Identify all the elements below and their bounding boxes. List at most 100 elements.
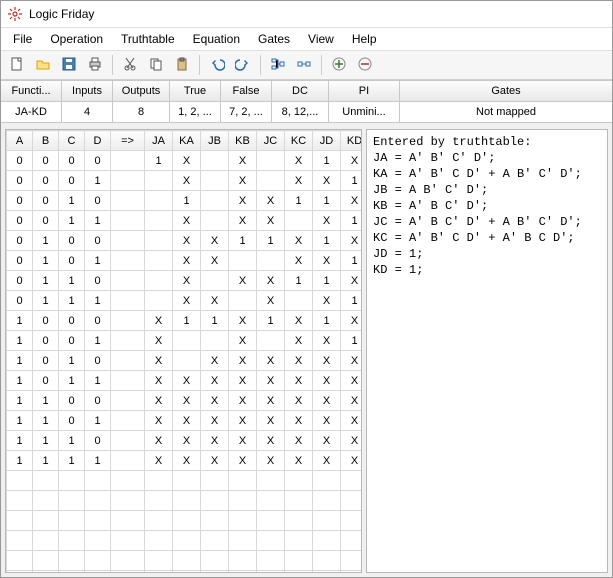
input-cell[interactable]: 0 bbox=[59, 311, 85, 331]
output-cell[interactable]: X bbox=[341, 311, 362, 331]
col-header-output[interactable]: JD bbox=[313, 131, 341, 151]
output-cell[interactable] bbox=[201, 271, 229, 291]
copy-button[interactable] bbox=[144, 53, 168, 77]
output-cell[interactable] bbox=[145, 271, 173, 291]
output-cell[interactable]: X bbox=[201, 251, 229, 271]
output-cell[interactable]: X bbox=[341, 431, 362, 451]
output-cell[interactable]: X bbox=[173, 211, 201, 231]
output-cell[interactable]: 1 bbox=[173, 311, 201, 331]
input-cell[interactable]: 1 bbox=[33, 411, 59, 431]
paste-button[interactable] bbox=[170, 53, 194, 77]
input-cell[interactable]: 1 bbox=[59, 351, 85, 371]
output-cell[interactable] bbox=[201, 211, 229, 231]
input-cell[interactable]: 0 bbox=[7, 271, 33, 291]
table-row[interactable]: 0101XXXX1 bbox=[7, 251, 362, 271]
output-cell[interactable]: 1 bbox=[341, 211, 362, 231]
output-cell[interactable]: X bbox=[341, 231, 362, 251]
output-cell[interactable]: X bbox=[229, 191, 257, 211]
output-cell[interactable]: X bbox=[229, 311, 257, 331]
table-row[interactable]: 1000X11X1X1X bbox=[7, 311, 362, 331]
output-cell[interactable]: X bbox=[285, 231, 313, 251]
output-cell[interactable]: X bbox=[285, 151, 313, 171]
output-cell[interactable]: X bbox=[145, 351, 173, 371]
output-cell[interactable] bbox=[257, 331, 285, 351]
input-cell[interactable]: 0 bbox=[59, 331, 85, 351]
output-cell[interactable] bbox=[229, 291, 257, 311]
output-cell[interactable]: X bbox=[285, 311, 313, 331]
output-cell[interactable]: 1 bbox=[145, 151, 173, 171]
output-cell[interactable]: X bbox=[285, 251, 313, 271]
output-cell[interactable]: X bbox=[173, 371, 201, 391]
input-cell[interactable]: 0 bbox=[33, 211, 59, 231]
output-cell[interactable] bbox=[285, 211, 313, 231]
menu-equation[interactable]: Equation bbox=[185, 30, 248, 48]
output-cell[interactable]: X bbox=[313, 371, 341, 391]
input-cell[interactable]: 1 bbox=[85, 291, 111, 311]
input-cell[interactable]: 0 bbox=[7, 151, 33, 171]
input-cell[interactable]: 1 bbox=[7, 451, 33, 471]
input-cell[interactable]: 1 bbox=[33, 231, 59, 251]
col-header-output[interactable]: KB bbox=[229, 131, 257, 151]
input-cell[interactable]: 1 bbox=[33, 271, 59, 291]
output-cell[interactable]: X bbox=[173, 251, 201, 271]
output-cell[interactable]: X bbox=[313, 351, 341, 371]
input-cell[interactable]: 1 bbox=[33, 251, 59, 271]
print-button[interactable] bbox=[83, 53, 107, 77]
gate-chain-button[interactable] bbox=[292, 53, 316, 77]
output-cell[interactable]: X bbox=[201, 371, 229, 391]
output-cell[interactable]: X bbox=[229, 411, 257, 431]
output-cell[interactable]: X bbox=[201, 411, 229, 431]
input-cell[interactable]: 0 bbox=[59, 171, 85, 191]
col-header-output[interactable]: JA bbox=[145, 131, 173, 151]
table-row[interactable]: 1111XXXXXXXX bbox=[7, 451, 362, 471]
input-cell[interactable]: 0 bbox=[33, 371, 59, 391]
input-cell[interactable]: 1 bbox=[7, 371, 33, 391]
output-cell[interactable]: X bbox=[313, 411, 341, 431]
input-cell[interactable]: 1 bbox=[59, 211, 85, 231]
output-cell[interactable]: X bbox=[257, 451, 285, 471]
col-header-input[interactable]: B bbox=[33, 131, 59, 151]
input-cell[interactable]: 0 bbox=[59, 251, 85, 271]
output-cell[interactable]: 1 bbox=[313, 151, 341, 171]
table-row[interactable]: 0011XXXX1 bbox=[7, 211, 362, 231]
input-cell[interactable]: 1 bbox=[7, 331, 33, 351]
input-cell[interactable]: 0 bbox=[7, 291, 33, 311]
input-cell[interactable]: 1 bbox=[59, 271, 85, 291]
output-cell[interactable] bbox=[257, 171, 285, 191]
summary-header[interactable]: Gates bbox=[400, 81, 612, 102]
input-cell[interactable]: 0 bbox=[85, 231, 111, 251]
output-cell[interactable]: 1 bbox=[257, 231, 285, 251]
output-cell[interactable]: 1 bbox=[257, 311, 285, 331]
output-cell[interactable]: X bbox=[173, 411, 201, 431]
output-cell[interactable]: X bbox=[145, 431, 173, 451]
input-cell[interactable]: 1 bbox=[85, 171, 111, 191]
input-cell[interactable]: 1 bbox=[85, 331, 111, 351]
input-cell[interactable]: 0 bbox=[33, 151, 59, 171]
equation-panel[interactable]: Entered by truthtable:JA = A' B' C' D';K… bbox=[366, 129, 608, 573]
output-cell[interactable]: 1 bbox=[341, 291, 362, 311]
output-cell[interactable]: 1 bbox=[201, 311, 229, 331]
output-cell[interactable]: X bbox=[173, 431, 201, 451]
plus-button[interactable] bbox=[327, 53, 351, 77]
output-cell[interactable]: 1 bbox=[313, 271, 341, 291]
output-cell[interactable]: X bbox=[173, 391, 201, 411]
input-cell[interactable]: 0 bbox=[33, 191, 59, 211]
menu-file[interactable]: File bbox=[5, 30, 40, 48]
output-cell[interactable]: X bbox=[341, 351, 362, 371]
output-cell[interactable]: X bbox=[145, 411, 173, 431]
input-cell[interactable]: 1 bbox=[33, 431, 59, 451]
output-cell[interactable]: X bbox=[257, 291, 285, 311]
table-row[interactable]: 0110XXX11X bbox=[7, 271, 362, 291]
output-cell[interactable]: 1 bbox=[341, 251, 362, 271]
menu-gates[interactable]: Gates bbox=[250, 30, 298, 48]
redo-button[interactable] bbox=[231, 53, 255, 77]
col-header-input[interactable]: D bbox=[85, 131, 111, 151]
table-row[interactable]: 1001XXXX1 bbox=[7, 331, 362, 351]
summary-header[interactable]: True bbox=[170, 81, 220, 102]
save-button[interactable] bbox=[57, 53, 81, 77]
output-cell[interactable]: X bbox=[257, 191, 285, 211]
input-cell[interactable]: 0 bbox=[7, 191, 33, 211]
output-cell[interactable] bbox=[201, 331, 229, 351]
input-cell[interactable]: 0 bbox=[33, 351, 59, 371]
output-cell[interactable] bbox=[257, 151, 285, 171]
